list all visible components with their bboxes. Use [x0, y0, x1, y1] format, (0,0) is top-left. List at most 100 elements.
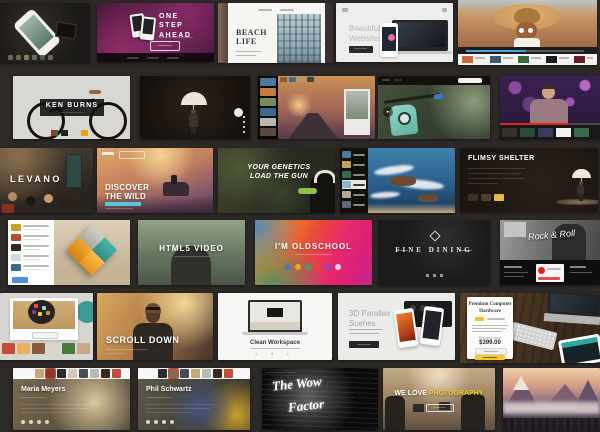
food-thumb[interactable] — [47, 343, 60, 354]
thumb-fine-dining[interactable]: FINE DINING — [378, 220, 490, 285]
details-button[interactable] — [475, 348, 507, 355]
social-icon[interactable] — [146, 420, 150, 424]
pager-dot[interactable] — [440, 274, 443, 277]
related-thumb[interactable] — [538, 128, 553, 137]
social-icon[interactable] — [295, 264, 301, 270]
thumb-html5-video[interactable]: HTML5 VIDEO — [138, 220, 245, 285]
thumb-food-gallery[interactable] — [0, 293, 93, 360]
related-thumb[interactable] — [574, 128, 589, 137]
playlist-thumb[interactable] — [490, 56, 501, 63]
playlist-item[interactable] — [342, 200, 366, 209]
thumb-flimsy-shelter[interactable]: FLIMSY SHELTER — [460, 148, 598, 212]
related-thumb[interactable] — [520, 128, 535, 137]
pager-dot[interactable] — [433, 274, 436, 277]
related-thumb[interactable] — [502, 128, 517, 137]
playlist-item[interactable] — [342, 170, 366, 179]
player-controls[interactable] — [458, 47, 597, 54]
play-icon[interactable]: ▸ — [383, 107, 393, 117]
thumb-ken-burns[interactable]: KEN BURNS — [13, 76, 130, 139]
filmstrip[interactable] — [258, 76, 278, 139]
thumb-maria-meyers[interactable]: Maria Meyers — [13, 368, 130, 430]
food-thumb[interactable] — [2, 343, 15, 354]
avatar-selected[interactable] — [46, 369, 55, 378]
thumb-video-presenter[interactable] — [500, 76, 600, 139]
thumb-phone-app-showcase[interactable] — [0, 3, 90, 63]
thumb-discover-the-wild[interactable]: DISCOVER THE WILD — [97, 148, 213, 213]
playlist-item[interactable] — [342, 150, 366, 159]
playlist-thumb[interactable] — [462, 56, 473, 63]
thumb-beautiful-websites[interactable]: Beautiful Websites — [336, 3, 453, 62]
thumb-phil-schwartz[interactable]: Phil Schwartz — [138, 368, 250, 430]
thumb-your-genetics[interactable]: YOUR GENETICS LOAD THE GUN — [218, 148, 335, 213]
thumb-scooter[interactable]: ▸ — [378, 76, 490, 139]
playlist-thumb[interactable] — [574, 56, 585, 63]
thumb-we-love-photography[interactable]: WE LOVE PHOTOGRAPHY — [383, 368, 495, 430]
action-button[interactable] — [12, 277, 28, 283]
playlist-item[interactable] — [11, 233, 51, 242]
social-icon[interactable] — [29, 420, 33, 424]
avatar[interactable] — [35, 369, 44, 378]
social-icon[interactable] — [21, 420, 25, 424]
social-icon[interactable] — [305, 264, 311, 270]
avatar[interactable] — [180, 369, 189, 378]
thumb-cartoon-video-player[interactable] — [458, 0, 597, 65]
avatar[interactable] — [101, 369, 110, 378]
thumb-scroll-down[interactable]: SCROLL DOWN — [97, 293, 213, 360]
thumb-wow-factor[interactable]: The Wow Factor — [262, 368, 378, 430]
avatar[interactable] — [57, 369, 66, 378]
gallery-thumb[interactable] — [71, 130, 78, 136]
media-thumb[interactable] — [468, 194, 478, 201]
thumb-rock-and-roll[interactable]: Rock & Roll — [500, 220, 600, 285]
food-thumb[interactable] — [17, 343, 30, 354]
playlist-thumb[interactable] — [518, 56, 529, 63]
gallery-thumb[interactable] — [51, 130, 58, 136]
gallery-thumb[interactable] — [81, 130, 88, 136]
thumb-3d-parallax[interactable]: 3D Parallax Scenes — [338, 293, 455, 360]
thumb-filmstrip-landscape[interactable] — [258, 76, 375, 139]
thumb-umbrella-man[interactable] — [140, 76, 250, 139]
playlist-thumb[interactable] — [546, 56, 557, 63]
media-thumb[interactable] — [481, 194, 491, 201]
media-thumb[interactable] — [494, 194, 504, 201]
thumb-levano[interactable]: LEVANO — [0, 148, 93, 213]
playlist-item[interactable] — [11, 243, 51, 252]
avatar[interactable] — [224, 369, 233, 378]
avatar[interactable] — [213, 369, 222, 378]
avatar[interactable] — [202, 369, 211, 378]
playlist-item[interactable] — [342, 190, 366, 199]
avatar[interactable] — [112, 369, 121, 378]
playlist-item-selected[interactable] — [342, 180, 366, 189]
social-icon[interactable] — [154, 420, 158, 424]
avatar[interactable] — [90, 369, 99, 378]
related-thumb-selected[interactable] — [556, 128, 571, 137]
thumb-im-oldschool[interactable]: I'M OLDSCHOOL — [255, 220, 372, 285]
pager-dot[interactable] — [426, 274, 429, 277]
social-icon[interactable] — [325, 264, 331, 270]
playlist-item[interactable] — [342, 160, 366, 169]
social-icon[interactable] — [37, 420, 41, 424]
play-button[interactable] — [234, 108, 243, 117]
search-field[interactable] — [458, 78, 482, 83]
playlist-item[interactable] — [11, 263, 51, 272]
social-icon[interactable] — [45, 420, 49, 424]
avatar-selected[interactable] — [169, 369, 178, 378]
avatar[interactable] — [68, 369, 77, 378]
playlist-item[interactable] — [11, 253, 51, 262]
social-icon[interactable] — [170, 420, 174, 424]
food-thumb[interactable] — [62, 343, 75, 354]
thumb-premium-hardware[interactable]: Premium Computer Hardware Starting from … — [460, 293, 600, 363]
playlist-item[interactable] — [11, 223, 51, 232]
avatar[interactable] — [79, 369, 88, 378]
social-icon[interactable] — [162, 420, 166, 424]
thumb-beach-life[interactable]: BEACH LIFE — [218, 3, 333, 63]
food-thumb[interactable] — [32, 343, 45, 354]
thumb-ocean-playlist[interactable] — [340, 148, 455, 213]
thumb-mountain-landscape[interactable] — [503, 368, 600, 430]
social-icon[interactable] — [335, 264, 341, 270]
social-icon[interactable] — [315, 264, 321, 270]
social-icon[interactable] — [285, 264, 291, 270]
thumb-one-step-ahead[interactable]: ONE STEP AHEAD — [97, 3, 214, 62]
buy-button[interactable] — [475, 355, 505, 360]
gallery-thumb[interactable] — [61, 130, 68, 136]
avatar[interactable] — [191, 369, 200, 378]
